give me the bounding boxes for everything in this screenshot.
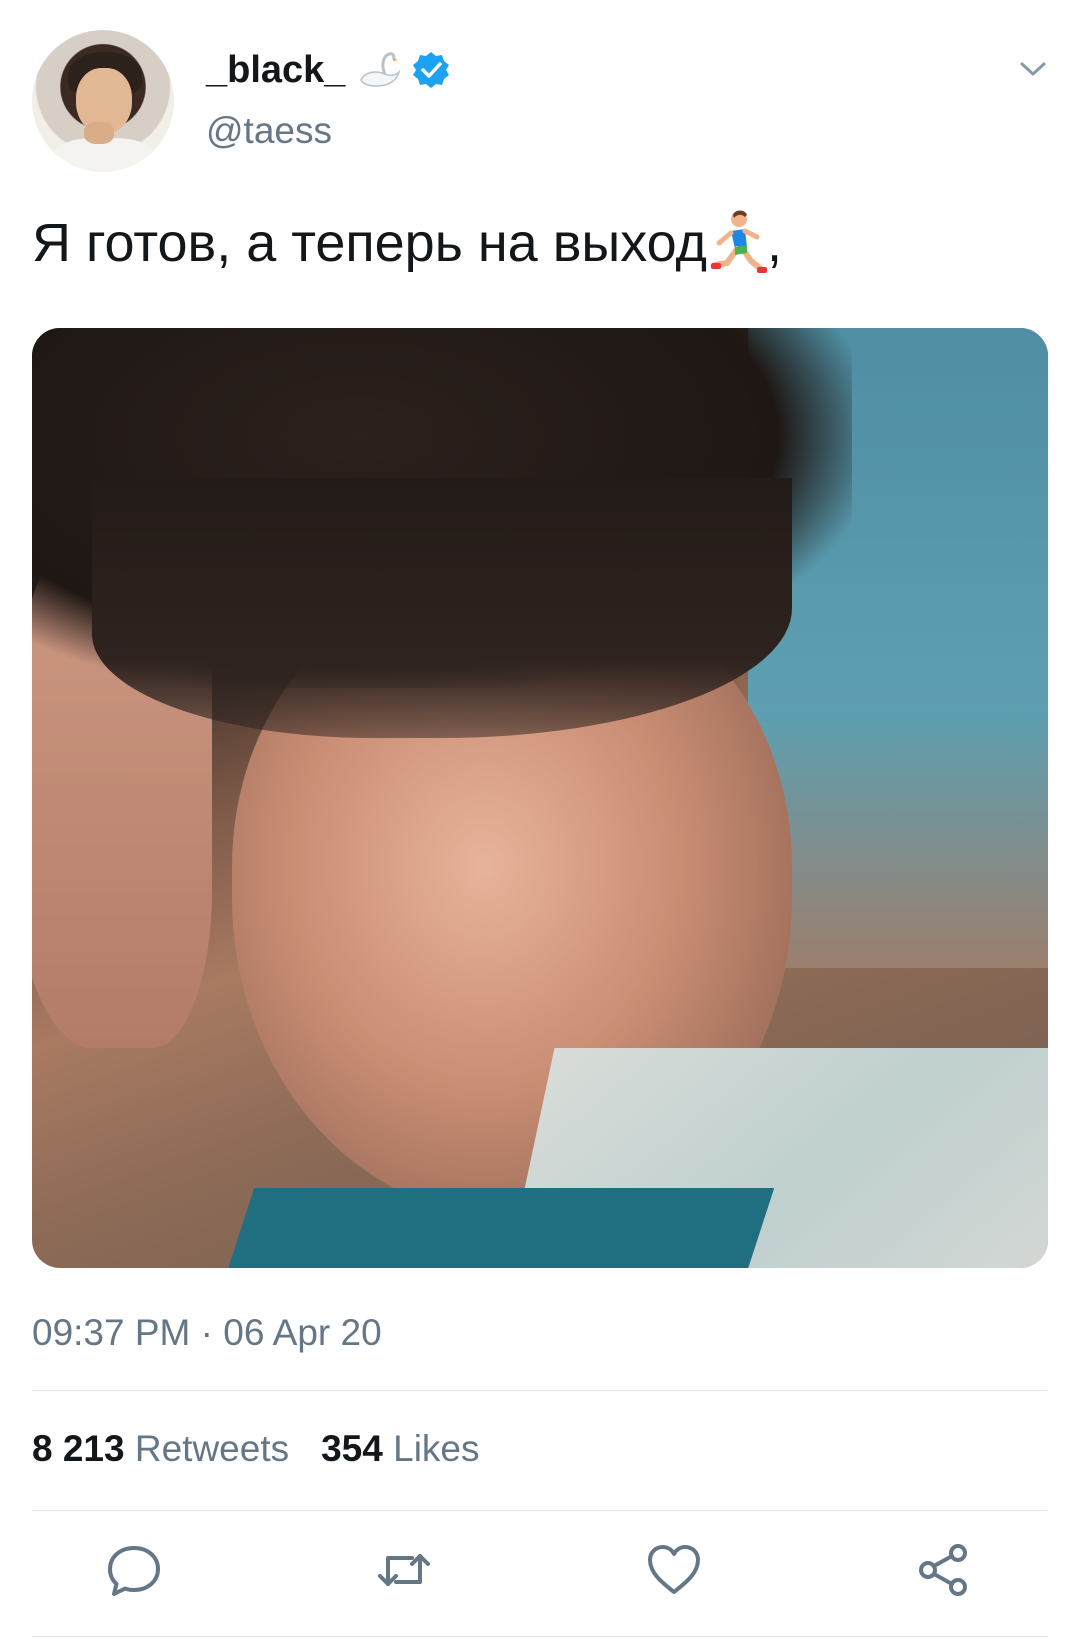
tweet-timestamp[interactable]: 09:37 PM · 06 Apr 20 (32, 1312, 382, 1354)
share-icon[interactable] (914, 1540, 974, 1600)
display-name[interactable]: _black_ (206, 49, 345, 92)
tweet-stats: 8 213 Retweets 354 Likes (32, 1428, 480, 1470)
photo-shirt-dark (169, 1188, 775, 1268)
verified-icon (411, 50, 451, 90)
like-icon[interactable] (644, 1540, 704, 1600)
action-bar (0, 1540, 1080, 1610)
divider (32, 1636, 1048, 1637)
retweet-icon[interactable] (374, 1540, 434, 1600)
reply-icon[interactable] (104, 1540, 164, 1600)
retweets-stat[interactable]: 8 213 Retweets (32, 1428, 289, 1470)
divider (32, 1390, 1048, 1391)
retweets-count: 8 213 (32, 1428, 125, 1469)
author-name-row[interactable]: _black_ (206, 46, 451, 94)
likes-stat[interactable]: 354 Likes (321, 1428, 479, 1470)
retweets-label: Retweets (134, 1428, 290, 1469)
tweet-text: Я готов, а теперь на выход , (32, 208, 782, 278)
avatar[interactable] (32, 30, 174, 172)
runner-icon (709, 209, 767, 277)
photo-fringe (92, 478, 792, 738)
tweet-body: Я готов, а теперь на выход (32, 213, 707, 273)
divider (32, 1510, 1048, 1511)
chevron-down-icon[interactable] (1018, 54, 1048, 84)
swan-icon (355, 50, 401, 90)
user-handle[interactable]: @taess (206, 110, 332, 152)
avatar-hand (84, 122, 114, 144)
tweet-card: _black_ @taess Я готов, а теперь на выхо… (0, 0, 1080, 1650)
tweet-photo[interactable] (32, 328, 1048, 1268)
tweet-punctuation: , (766, 213, 782, 273)
likes-label: Likes (393, 1428, 480, 1469)
likes-count: 354 (321, 1428, 383, 1469)
